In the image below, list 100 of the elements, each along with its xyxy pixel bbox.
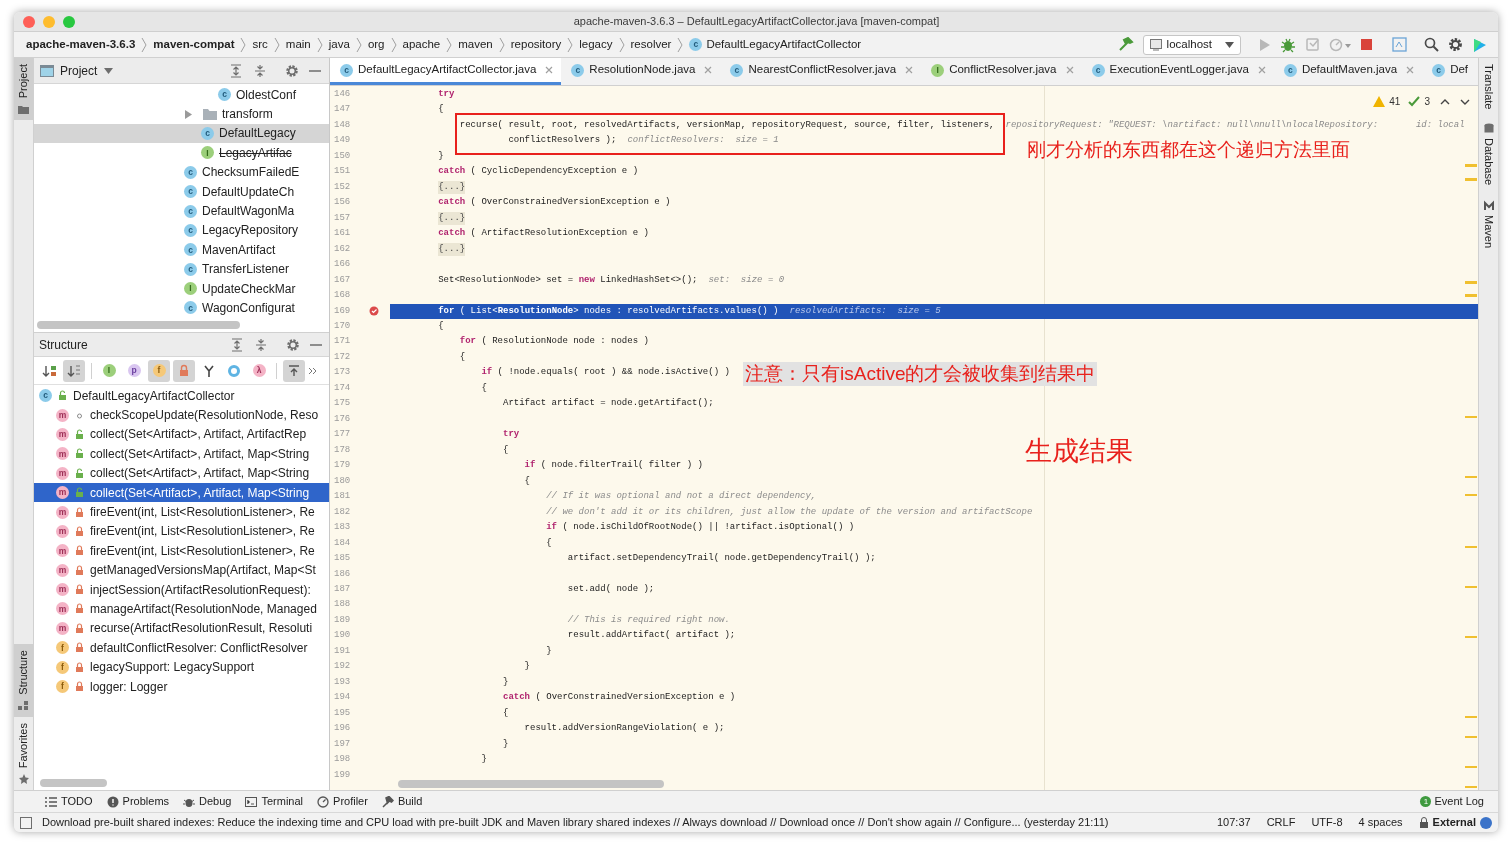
next-icon[interactable]	[1460, 97, 1470, 106]
scrollbar[interactable]	[40, 779, 107, 787]
lambdas-toggle[interactable]: λ	[248, 359, 270, 382]
line-separator[interactable]: CRLF	[1266, 814, 1296, 831]
breadcrumb[interactable]: maven-compat	[153, 35, 235, 54]
indent-setting[interactable]: 4 spaces	[1358, 814, 1403, 831]
breadcrumb[interactable]: src	[252, 35, 268, 54]
tool-window-tab[interactable]: Debug	[178, 791, 237, 812]
tree-item[interactable]: collect(Set<Artifact>, Artifact, Map<String	[90, 483, 310, 502]
settings-icon[interactable]	[285, 63, 299, 78]
tree-item[interactable]: manageArtifact(ResolutionNode, Managed	[90, 600, 317, 618]
breadcrumb[interactable]: main	[285, 35, 311, 54]
tree-item[interactable]: LegacyRepository	[202, 221, 299, 240]
more-icon[interactable]	[308, 366, 317, 375]
collapsed-arrow-icon[interactable]	[184, 109, 193, 119]
tool-window-tab[interactable]: Favorites	[14, 716, 33, 790]
breadcrumb[interactable]: maven	[458, 35, 493, 54]
profiler-icon[interactable]	[1329, 37, 1351, 52]
settings-icon[interactable]	[286, 337, 300, 352]
tool-window-tab[interactable]: Project	[14, 58, 33, 121]
event-log-tab[interactable]: 1 Event Log	[1420, 793, 1498, 810]
tree-item[interactable]: fireEvent(int, List<ResolutionListener>, Re	[90, 541, 315, 560]
tree-item[interactable]: getManagedVersionsMap(Artifact, Map<St	[90, 561, 316, 580]
tool-window-tab[interactable]: TODO	[40, 791, 98, 812]
tool-window-tab[interactable]: Maven	[1480, 199, 1497, 248]
tree-item[interactable]: collect(Set<Artifact>, Artifact, ArtifactRep	[90, 425, 307, 444]
non-public-toggle[interactable]	[173, 359, 195, 382]
file-encoding[interactable]: UTF-8	[1311, 814, 1343, 831]
expand-all-icon[interactable]	[229, 63, 243, 78]
tool-window-tab[interactable]: Translate	[1480, 64, 1497, 110]
scrollbar[interactable]	[398, 780, 664, 788]
editor-tab[interactable]: I ConflictResolver.java	[921, 58, 1082, 85]
tool-window-tab[interactable]: Profiler	[312, 791, 373, 812]
folded-code[interactable]: {...}	[438, 242, 466, 257]
close-icon[interactable]	[905, 66, 914, 74]
caret-position[interactable]: 107:37	[1217, 814, 1251, 831]
editor-tab[interactable]: c ExecutionEventLogger.java	[1081, 58, 1274, 85]
breadcrumb[interactable]: resolver	[630, 35, 672, 54]
breadcrumb[interactable]: java	[328, 35, 350, 54]
tree-item[interactable]: collect(Set<Artifact>, Artifact, Map<String	[90, 444, 310, 463]
breadcrumb[interactable]: org	[367, 35, 385, 54]
hammer-icon[interactable]	[1117, 37, 1134, 52]
editor-tab[interactable]: c NearestConflictResolver.java	[720, 58, 922, 85]
tool-window-tab[interactable]: Terminal	[240, 791, 309, 812]
autoscroll-toggle[interactable]	[283, 359, 305, 382]
breadcrumb[interactable]: apache-maven-3.6.3	[26, 35, 136, 54]
stop-icon[interactable]	[1360, 38, 1373, 51]
tree-item[interactable]: LegacyArtifac	[219, 143, 292, 162]
tree-item[interactable]: TransferListener	[202, 260, 289, 279]
tool-window-tab[interactable]: Problems	[101, 791, 175, 812]
editor-tab[interactable]: c ResolutionNode.java	[561, 58, 721, 85]
folded-code[interactable]: {...}	[438, 180, 466, 195]
breadcrumb-label[interactable]: DefaultLegacyArtifactCollector	[706, 35, 862, 54]
coverage-icon[interactable]	[1305, 37, 1320, 52]
collapse-all-icon[interactable]	[253, 63, 267, 78]
sort-alpha-toggle[interactable]	[63, 359, 85, 382]
close-window-icon[interactable]	[23, 15, 35, 28]
tree-item[interactable]: logger: Logger	[90, 677, 168, 696]
tree-item[interactable]: fireEvent(int, List<ResolutionListener>, Re	[90, 522, 315, 541]
avatar-icon[interactable]	[1480, 816, 1492, 829]
tree-item[interactable]: legacySupport: LegacySupport	[90, 658, 255, 677]
tree-item[interactable]: transform	[222, 105, 273, 124]
branch-widget[interactable]: External	[1432, 814, 1476, 831]
editor-tab[interactable]: c DefaultLegacyArtifactCollector.java	[330, 58, 562, 85]
tree-item[interactable]: injectSession(ArtifactResolutionRequest):	[90, 580, 311, 599]
breadcrumb[interactable]: apache	[402, 35, 441, 54]
panel-toggle-icon[interactable]	[20, 816, 32, 829]
layout-icon[interactable]	[1392, 37, 1407, 52]
tree-item[interactable]: ChecksumFailedE	[202, 163, 300, 182]
maximize-window-icon[interactable]	[63, 15, 75, 28]
close-icon[interactable]	[704, 66, 713, 74]
tree-item[interactable]: MavenArtifact	[202, 240, 276, 259]
check-count[interactable]: 3	[1424, 94, 1430, 109]
close-icon[interactable]	[1065, 66, 1074, 74]
tree-item[interactable]: defaultConflictResolver: ConflictResolver	[90, 638, 308, 657]
bug-icon[interactable]	[1280, 36, 1296, 53]
expand-all-icon[interactable]	[230, 337, 244, 352]
scrollbar[interactable]	[37, 321, 240, 329]
folded-code[interactable]: {...}	[438, 211, 466, 226]
settings-icon[interactable]	[1448, 37, 1463, 52]
search-icon[interactable]	[1424, 37, 1439, 52]
properties-toggle[interactable]: p	[123, 359, 145, 382]
run-config-dropdown[interactable]: localhost	[1142, 34, 1241, 55]
tool-window-tab[interactable]: Build	[376, 791, 428, 812]
status-message[interactable]: Download pre-built shared indexes: Reduce the indexing time and CPU load with pre-built JDK and Maven library shared indexes // Always download // Download once // Don't show again // Configure... (yesterday 21:11)	[42, 814, 1109, 831]
tool-window-tab[interactable]: Structure	[14, 644, 33, 717]
warning-count[interactable]: 41	[1389, 94, 1401, 109]
previous-icon[interactable]	[1440, 97, 1450, 106]
run-icon[interactable]	[1258, 37, 1271, 52]
tree-item[interactable]: DefaultLegacyArtifactCollector	[73, 386, 235, 405]
collapse-all-icon[interactable]	[254, 337, 268, 352]
tree-item[interactable]: DefaultWagonMa	[202, 202, 295, 221]
dropdown-icon[interactable]	[104, 67, 114, 74]
tool-window-tab[interactable]: Database	[1480, 123, 1497, 186]
tree-item[interactable]: checkScopeUpdate(ResolutionNode, Reso	[90, 406, 319, 425]
tree-item[interactable]: fireEvent(int, List<ResolutionListener>, Re	[90, 503, 315, 522]
editor-tab[interactable]: c Def	[1422, 58, 1477, 85]
close-icon[interactable]	[545, 66, 554, 74]
close-icon[interactable]	[1257, 66, 1266, 74]
fields-toggle[interactable]: f	[148, 359, 170, 382]
